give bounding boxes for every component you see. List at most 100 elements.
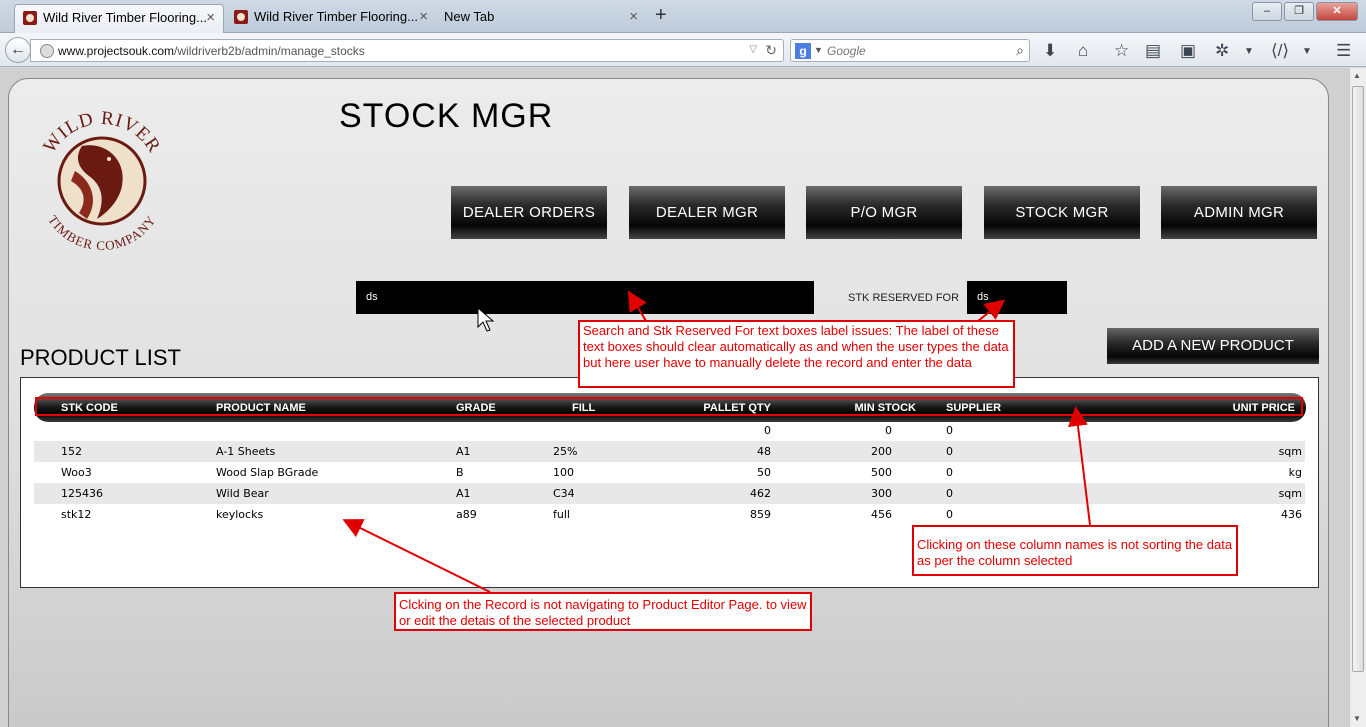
cell-supplier: 0: [946, 466, 953, 479]
column-header-min-stock[interactable]: MIN STOCK: [854, 402, 916, 414]
cell-pallet-qty: 859: [750, 508, 771, 521]
cell-unit-price: kg: [1288, 466, 1302, 479]
download-icon[interactable]: ⬇: [1043, 41, 1057, 61]
bookmarks-list-icon[interactable]: ▤: [1145, 41, 1161, 61]
table-row[interactable]: Woo3 Wood Slap BGrade B 100 50 500 0 kg: [34, 462, 1305, 483]
cell-min-stock: 200: [871, 445, 892, 458]
cell-fill: C34: [553, 487, 575, 500]
product-list-title: PRODUCT LIST: [20, 345, 181, 370]
globe-icon: [40, 44, 54, 58]
cell-supplier: 0: [946, 508, 953, 521]
annotation-navigation-issue: Clcking on the Record is not navigating …: [394, 592, 812, 631]
cell-product-name: Wild Bear: [216, 487, 269, 500]
search-engine-placeholder: Google: [827, 44, 866, 58]
cell-product-name: keylocks: [216, 508, 264, 521]
minimize-button[interactable]: –: [1252, 2, 1282, 21]
cell-unit-price: sqm: [1278, 487, 1302, 500]
developer-dropdown-icon[interactable]: ▼: [1302, 46, 1312, 57]
add-new-product-button[interactable]: ADD A NEW PRODUCT: [1107, 328, 1319, 364]
table-row[interactable]: stk12 keylocks a89 full 859 456 0 436: [34, 504, 1305, 525]
home-icon[interactable]: ⌂: [1078, 41, 1088, 61]
new-tab-plus-icon[interactable]: +: [655, 4, 667, 27]
cell-min-stock: 500: [871, 466, 892, 479]
magnifier-icon[interactable]: ⌕: [1016, 42, 1024, 59]
reload-icon[interactable]: ↻: [765, 42, 777, 59]
addon-icon[interactable]: ▣: [1180, 41, 1196, 61]
tab-close-icon[interactable]: ×: [206, 5, 215, 31]
scroll-down-arrow-icon[interactable]: ▼: [1353, 714, 1361, 723]
cell-pallet-qty: 48: [757, 445, 771, 458]
cell-stk-code: stk12: [61, 508, 92, 521]
tab-wild-river-1[interactable]: Wild River Timber Flooring... ×: [14, 4, 224, 33]
url-dropdown-icon[interactable]: ▽: [749, 44, 757, 55]
window-close-button[interactable]: ✕: [1316, 2, 1358, 21]
mouse-cursor-icon: [477, 307, 495, 332]
column-header-supplier[interactable]: SUPPLIER: [946, 402, 1001, 414]
cell-grade: B: [456, 466, 464, 479]
tab-wild-river-2[interactable]: Wild River Timber Flooring... ×: [226, 4, 436, 33]
bookmark-star-icon[interactable]: ☆: [1114, 41, 1129, 61]
google-icon[interactable]: g: [795, 43, 811, 59]
url-text: www.projectsouk.com/wildriverb2b/admin/m…: [58, 44, 365, 58]
tab-close-icon[interactable]: ×: [629, 4, 638, 30]
cell-fill: full: [553, 508, 570, 521]
table-row[interactable]: 152 A-1 Sheets A1 25% 48 200 0 sqm: [34, 441, 1305, 462]
cell-pallet-qty: 0: [764, 424, 771, 437]
annotation-search-issue: Search and Stk Reserved For text boxes l…: [578, 320, 1015, 388]
site-favicon-icon: [23, 11, 37, 25]
cell-supplier: 0: [946, 487, 953, 500]
cell-pallet-qty: 462: [750, 487, 771, 500]
nav-admin-mgr-button[interactable]: ADMIN MGR: [1161, 186, 1317, 239]
nav-dealer-mgr-button[interactable]: DEALER MGR: [629, 186, 785, 239]
page-title: STOCK MGR: [339, 97, 554, 135]
tab-new-tab[interactable]: New Tab ×: [436, 4, 646, 33]
cell-stk-code: Woo3: [61, 466, 92, 479]
cell-product-name: Wood Slap BGrade: [216, 466, 319, 479]
cell-pallet-qty: 50: [757, 466, 771, 479]
site-favicon-icon: [234, 10, 248, 24]
column-header-fill[interactable]: FILL: [572, 402, 595, 414]
column-header-product-name[interactable]: PRODUCT NAME: [216, 402, 306, 414]
column-header-unit-price[interactable]: UNIT PRICE: [1233, 402, 1295, 414]
cell-supplier: 0: [946, 424, 953, 437]
cell-grade: A1: [456, 445, 471, 458]
table-row[interactable]: 0 0 0: [34, 420, 1305, 441]
browser-tab-bar: Wild River Timber Flooring... × Wild Riv…: [0, 0, 1366, 33]
scroll-up-arrow-icon[interactable]: ▲: [1353, 71, 1361, 80]
vertical-scrollbar[interactable]: ▲ ▼: [1349, 68, 1366, 727]
url-bar[interactable]: www.projectsouk.com/wildriverb2b/admin/m…: [30, 39, 784, 62]
tab-title: Wild River Timber Flooring...: [254, 9, 418, 24]
cell-unit-price: sqm: [1278, 445, 1302, 458]
menu-hamburger-icon[interactable]: ☰: [1336, 41, 1351, 61]
nav-dealer-orders-button[interactable]: DEALER ORDERS: [451, 186, 607, 239]
search-engine-bar[interactable]: g ▼ Google ⌕: [790, 39, 1030, 62]
nav-stock-mgr-button[interactable]: STOCK MGR: [984, 186, 1140, 239]
scrollbar-thumb[interactable]: [1352, 86, 1364, 672]
cell-min-stock: 0: [885, 424, 892, 437]
search-input[interactable]: ds: [356, 281, 814, 314]
engine-dropdown-icon[interactable]: ▼: [814, 45, 823, 55]
restore-button[interactable]: ❐: [1284, 2, 1314, 21]
cell-product-name: A-1 Sheets: [216, 445, 276, 458]
tab-title: New Tab: [444, 9, 495, 24]
table-header: STK CODE PRODUCT NAME GRADE FILL PALLET …: [34, 393, 1306, 422]
column-header-pallet-qty[interactable]: PALLET QTY: [703, 402, 771, 414]
nav-po-mgr-button[interactable]: P/O MGR: [806, 186, 962, 239]
table-row[interactable]: 125436 Wild Bear A1 C34 462 300 0 sqm: [34, 483, 1305, 504]
cell-min-stock: 300: [871, 487, 892, 500]
stk-reserved-input[interactable]: ds: [967, 281, 1067, 314]
stk-reserved-label: STK RESERVED FOR: [848, 292, 960, 304]
developer-icon[interactable]: ⟨/⟩: [1271, 41, 1289, 61]
tab-close-icon[interactable]: ×: [419, 4, 428, 30]
cell-stk-code: 125436: [61, 487, 103, 500]
cell-unit-price: 436: [1281, 508, 1302, 521]
wild-river-logo: WILD RIVER TIMBER COMPANY: [39, 108, 164, 251]
cell-grade: a89: [456, 508, 477, 521]
column-header-stk-code[interactable]: STK CODE: [61, 402, 118, 414]
back-arrow-icon[interactable]: ←: [5, 37, 31, 63]
tab-title: Wild River Timber Flooring...: [43, 10, 207, 25]
cell-stk-code: 152: [61, 445, 82, 458]
firebug-dropdown-icon[interactable]: ▼: [1244, 46, 1254, 57]
column-header-grade[interactable]: GRADE: [456, 402, 496, 414]
firebug-icon[interactable]: ✲: [1215, 41, 1229, 61]
